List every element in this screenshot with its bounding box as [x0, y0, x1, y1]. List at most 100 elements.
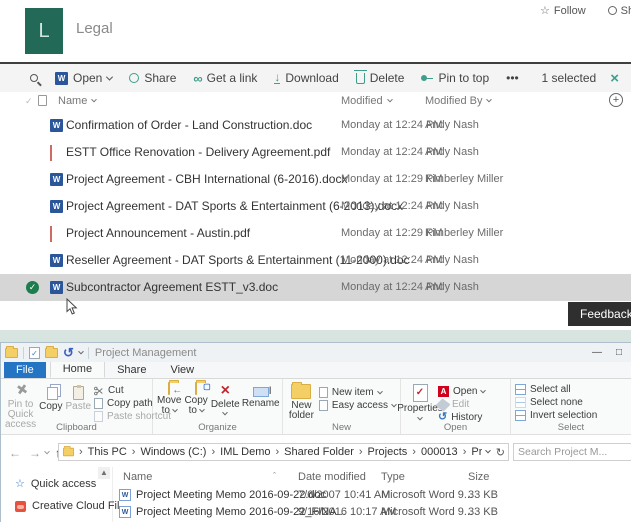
select-all-icon — [515, 384, 526, 395]
rename-button[interactable]: Rename — [242, 382, 280, 409]
share-site-button[interactable]: Share — [607, 4, 631, 17]
new-item-button[interactable]: New item — [318, 387, 396, 398]
column-modified-by[interactable]: Modified By — [425, 95, 493, 107]
word-file-icon: W — [50, 119, 63, 132]
file-modified-by: Andy Nash — [425, 146, 479, 158]
download-button[interactable]: ↓ Download — [274, 71, 339, 85]
recent-locations-button[interactable] — [44, 448, 50, 454]
explorer-body: ▲ ☆ Quick access Creative Cloud Fil ˆ Na… — [1, 467, 631, 522]
sidebar-item-creative-cloud[interactable]: Creative Cloud Fil — [15, 500, 119, 512]
tab-share[interactable]: Share — [105, 362, 158, 378]
column-modified[interactable]: Modified — [341, 95, 393, 107]
pushpin-icon: ✚ — [12, 379, 32, 400]
sidebar-item-quick-access[interactable]: ☆ Quick access — [15, 477, 96, 491]
tab-view[interactable]: View — [158, 362, 206, 378]
crumb-shared-folder[interactable]: Shared Folder — [284, 446, 354, 458]
file-row[interactable]: W Confirmation of Order - Land Construct… — [0, 112, 631, 139]
sort-ascending-icon: ˆ — [273, 471, 276, 481]
get-link-button[interactable]: ∞ Get a link — [193, 71, 257, 86]
maximize-button[interactable]: □ — [616, 347, 622, 358]
forward-button[interactable]: → — [29, 446, 41, 460]
add-column-button[interactable]: + — [609, 93, 623, 107]
move-to-button[interactable]: ← Move to — [157, 382, 182, 416]
copy-to-button[interactable]: ▢ Copy to — [184, 382, 211, 416]
address-dropdown-icon[interactable] — [484, 447, 491, 454]
trash-icon — [353, 69, 367, 84]
more-commands-button[interactable]: ••• — [506, 71, 519, 85]
new-folder-button[interactable]: New folder — [287, 382, 316, 421]
star-icon: ☆ — [540, 5, 550, 17]
search-button[interactable] — [30, 74, 38, 82]
invert-selection-button[interactable]: Invert selection — [515, 410, 597, 421]
column-type[interactable]: Type — [381, 471, 405, 483]
chevron-down-icon[interactable] — [78, 348, 84, 354]
tab-file[interactable]: File — [4, 362, 46, 378]
select-all-button[interactable]: Select all — [515, 384, 597, 395]
file-row[interactable]: Project Announcement - Austin.pdf Monday… — [0, 220, 631, 247]
file-modified-by: Andy Nash — [425, 119, 479, 131]
file-row[interactable]: W Project Agreement - CBH International … — [0, 166, 631, 193]
file-row[interactable]: ESTT Office Renovation - Delivery Agreem… — [0, 139, 631, 166]
file-row[interactable]: W Project Meeting Memo 2016-09-22_FINA..… — [113, 504, 631, 521]
easy-access-button[interactable]: Easy access — [318, 400, 397, 411]
undo-icon[interactable]: ↺ — [63, 346, 74, 359]
select-none-button[interactable]: Select none — [515, 397, 597, 408]
file-modified-by: Andy Nash — [425, 281, 479, 293]
column-name[interactable]: Name — [123, 471, 152, 483]
column-name[interactable]: Name — [58, 95, 98, 107]
crumb-projects[interactable]: Projects — [368, 446, 408, 458]
new-folder-icon — [291, 382, 312, 399]
refresh-icon[interactable]: ↻ — [496, 446, 505, 459]
file-row[interactable]: W Reseller Agreement - DAT Sports & Ente… — [0, 247, 631, 274]
select-all-checkbox[interactable]: ✓ — [25, 96, 33, 107]
file-row-selected[interactable]: ✓ W Subcontractor Agreement ESTT_v3.doc … — [0, 274, 631, 301]
crumb-drive[interactable]: Windows (C:) — [140, 446, 206, 458]
easy-access-icon — [318, 400, 328, 411]
crumb-iml-demo[interactable]: IML Demo — [220, 446, 270, 458]
back-button[interactable]: ← — [9, 446, 21, 460]
file-row[interactable]: W Project Meeting Memo 2016-09-22.doc 7/… — [113, 487, 631, 504]
pin-to-top-button[interactable]: Pin to top — [421, 71, 489, 85]
clear-selection-button[interactable]: × — [610, 70, 619, 87]
properties-icon[interactable]: ✓ — [29, 346, 40, 359]
edit-button[interactable]: Edit — [435, 397, 485, 412]
search-icon — [30, 74, 38, 82]
open-file-button[interactable]: A Open — [438, 386, 487, 397]
scroll-up-button[interactable]: ▲ — [98, 467, 110, 479]
chevron-down-icon — [386, 96, 393, 103]
crumb-project-management[interactable]: Project Management — [471, 446, 481, 458]
sharepoint-library: ☆ Follow Share L Legal W Open Share ∞ — [0, 0, 631, 330]
delete-button-explorer[interactable]: × Delete — [211, 382, 240, 416]
breadcrumb[interactable]: › This PC › Windows (C:) › IML Demo › Shared… — [58, 443, 509, 461]
select-none-icon — [515, 397, 526, 408]
file-row[interactable]: W Project Agreement - DAT Sports & Enter… — [0, 193, 631, 220]
paste-button[interactable]: Paste — [65, 382, 91, 412]
feedback-button[interactable]: Feedback — [568, 302, 631, 326]
adobe-icon: A — [438, 386, 449, 397]
follow-button[interactable]: ☆ Follow — [540, 4, 586, 18]
properties-button[interactable]: ✓ Properties — [397, 382, 443, 424]
delete-button[interactable]: Delete — [353, 69, 404, 85]
shortcut-icon — [94, 411, 104, 422]
share-circle-icon — [129, 73, 140, 83]
column-date-modified[interactable]: Date modified — [298, 471, 366, 483]
minimize-button[interactable]: — — [592, 347, 602, 358]
follow-label: Follow — [553, 4, 586, 17]
tab-home[interactable]: Home — [49, 360, 106, 378]
selected-check-icon[interactable]: ✓ — [26, 281, 39, 294]
word-icon: W — [55, 71, 68, 85]
invert-selection-icon — [515, 410, 526, 421]
column-size[interactable]: Size — [468, 471, 489, 483]
site-logo[interactable]: L — [25, 8, 63, 54]
title-bar[interactable]: ✓ ↺ Project Management — □ — [1, 343, 631, 362]
crumb-000013[interactable]: 000013 — [421, 446, 458, 458]
doc-type-icon — [38, 95, 47, 106]
crumb-this-pc[interactable]: This PC — [88, 446, 127, 458]
open-button[interactable]: W Open — [55, 71, 114, 85]
folder-icon[interactable] — [5, 345, 18, 358]
copy-button[interactable]: Copy — [39, 382, 62, 412]
share-label: Share — [144, 71, 177, 85]
new-folder-icon[interactable] — [45, 345, 58, 358]
search-input[interactable] — [513, 443, 631, 461]
share-button[interactable]: Share — [129, 71, 176, 85]
